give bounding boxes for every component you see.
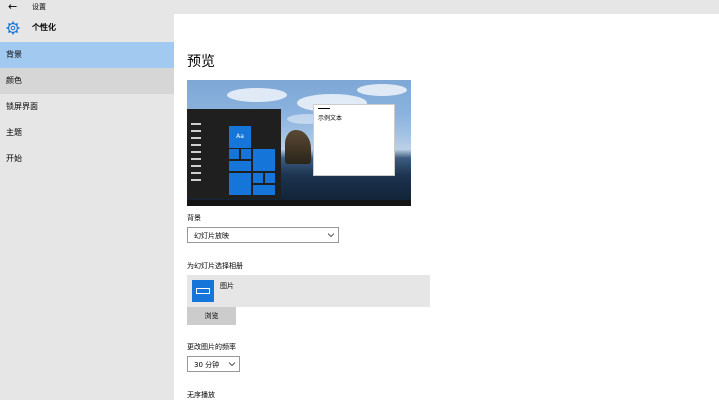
chevron-down-icon — [229, 362, 235, 367]
sidebar-item-label: 颜色 — [6, 76, 22, 85]
sidebar-item-lock-screen[interactable]: 锁屏界面 — [0, 94, 174, 120]
start-menu-preview: Aa — [187, 109, 281, 199]
sidebar: 个性化 背景 颜色 锁屏界面 主题 开始 — [0, 14, 174, 400]
sidebar-item-label: 开始 — [6, 154, 22, 163]
sidebar-item-colors[interactable]: 颜色 — [0, 68, 174, 94]
album-item[interactable]: 图片 — [187, 275, 430, 307]
sidebar-item-start[interactable]: 开始 — [0, 146, 174, 172]
app-title: 设置 — [32, 3, 46, 11]
folder-icon — [192, 280, 214, 302]
rock-shape — [285, 130, 311, 164]
browse-button[interactable]: 浏览 — [187, 307, 236, 325]
chevron-down-icon — [328, 233, 334, 238]
tile-aa: Aa — [229, 126, 251, 148]
title-bar: ← 设置 — [0, 0, 719, 14]
main-content: 预览 Aa 示例文本 背景 幻灯片放映 为幻灯片选择相册 图片 浏览 更改图片的… — [174, 14, 719, 400]
gear-icon — [6, 21, 20, 35]
album-label: 为幻灯片选择相册 — [187, 262, 243, 270]
album-name: 图片 — [220, 282, 234, 290]
background-select[interactable]: 幻灯片放映 — [187, 227, 339, 243]
sidebar-item-label: 锁屏界面 — [6, 102, 38, 111]
taskbar-preview — [187, 200, 411, 206]
background-label: 背景 — [187, 214, 201, 222]
background-select-value: 幻灯片放映 — [194, 232, 229, 240]
frequency-select-value: 30 分钟 — [194, 361, 220, 369]
preview-image: Aa 示例文本 — [187, 80, 411, 206]
back-arrow-icon[interactable]: ← — [8, 0, 17, 14]
sidebar-item-label: 主题 — [6, 128, 22, 137]
section-title: 个性化 — [32, 23, 56, 32]
frequency-select[interactable]: 30 分钟 — [187, 356, 240, 372]
sidebar-item-background[interactable]: 背景 — [0, 42, 174, 68]
page-title: 预览 — [187, 54, 215, 70]
sidebar-header: 个性化 — [0, 14, 174, 42]
sidebar-item-label: 背景 — [6, 50, 22, 59]
shuffle-label: 无序播放 — [187, 391, 215, 399]
frequency-label: 更改图片的频率 — [187, 343, 236, 351]
sidebar-item-themes[interactable]: 主题 — [0, 120, 174, 146]
nav-list: 背景 颜色 锁屏界面 主题 开始 — [0, 42, 174, 172]
sample-window: 示例文本 — [313, 104, 395, 176]
sample-text: 示例文本 — [318, 115, 343, 122]
